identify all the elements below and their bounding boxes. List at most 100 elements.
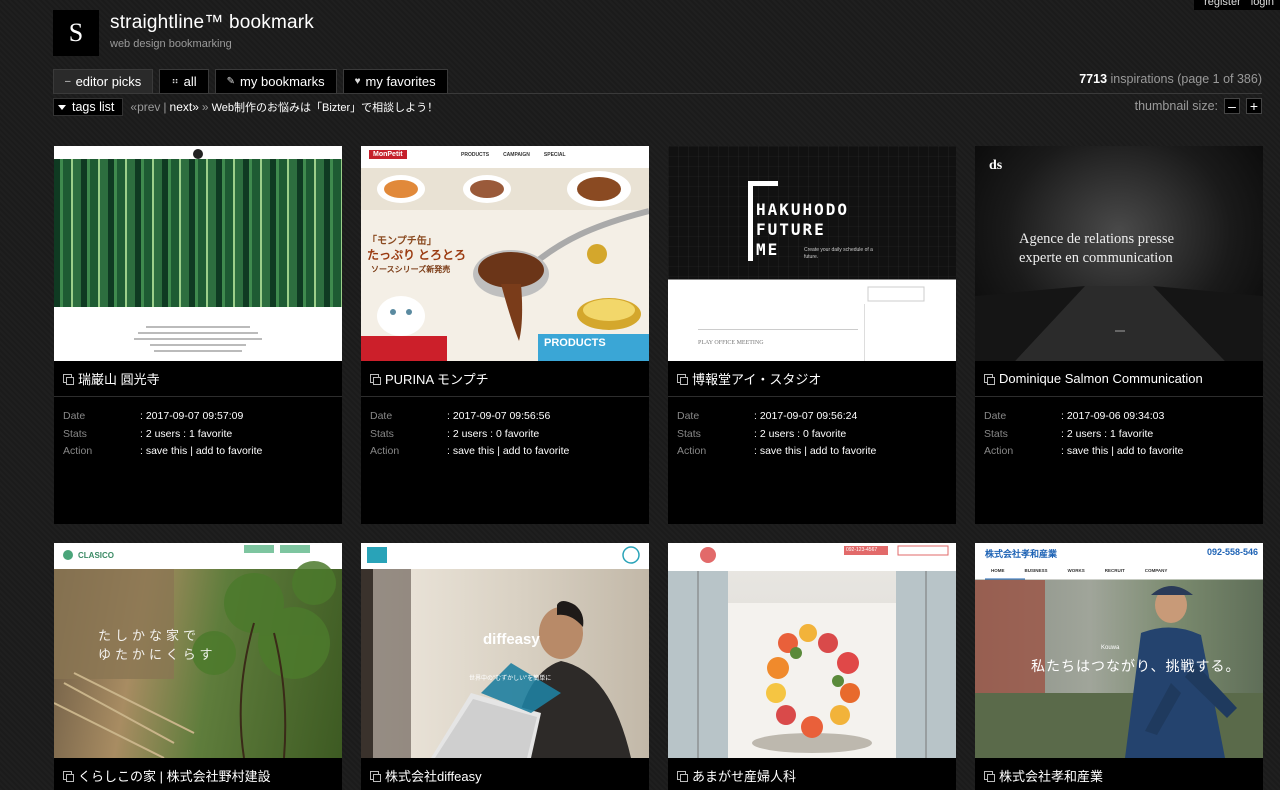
bookmark-card: 株式会社孝和産業 092-558-546 HOME BUSINESS WORKS… [975, 543, 1263, 790]
bookmark-icon [984, 771, 995, 782]
bookmark-icon [63, 771, 74, 782]
thumb-nav-item: BUSINESS [1024, 568, 1048, 573]
pagination: «prev | next» » Web制作のお悩みは「Bizter」で相談しよう… [130, 99, 438, 115]
card-meta: Date: 2017-09-07 09:57:09 Stats: 2 users… [54, 397, 342, 472]
stats-value: : 2 users : 0 favorite [754, 427, 847, 440]
card-meta: Date: 2017-09-06 09:34:03 Stats: 2 users… [975, 397, 1263, 472]
card-title[interactable]: くらしこの家 | 株式会社野村建設 [54, 758, 342, 790]
tags-list-button[interactable]: tags list [53, 98, 124, 116]
action-label: Action [370, 445, 400, 457]
card-title-text: 瑞巌山 圓光寺 [78, 372, 160, 387]
bookmark-icon [370, 771, 381, 782]
prev-link[interactable]: «prev [130, 100, 160, 114]
site-subtitle: web design bookmarking [110, 38, 232, 50]
bookmark-card: diffeasy 世界中の"むずかしい"を簡単に 株式会社diffeasy [361, 543, 649, 790]
card-title[interactable]: 博報堂アイ・スタジオ [668, 361, 956, 397]
tab-editor-picks[interactable]: – editor picks [53, 69, 154, 93]
card-title-text: あまがせ産婦人科 [692, 769, 797, 784]
card-title[interactable]: Dominique Salmon Communication [975, 361, 1263, 397]
save-this-link[interactable]: save this [453, 445, 494, 457]
bookmark-card: 092-123-4567 あまがせ産婦人科 [668, 543, 956, 790]
thumbnail-size-control: thumbnail size: – + [1135, 98, 1262, 114]
caret-down-icon [58, 104, 66, 110]
card-title[interactable]: 株式会社diffeasy [361, 758, 649, 790]
bookmark-icon [370, 374, 381, 385]
tab-label: my bookmarks [240, 74, 325, 89]
count-number: 7713 [1079, 72, 1108, 86]
thumb-subhead: PLAY OFFICE MEETING [698, 340, 764, 346]
thumbnail-link[interactable] [54, 146, 342, 361]
register-link[interactable]: register [1204, 0, 1241, 8]
bookmark-card: 瑞巌山 圓光寺 Date: 2017-09-07 09:57:09 Stats:… [54, 146, 342, 524]
thumb-logo: CLASICO [78, 551, 114, 560]
thumbnail-link[interactable]: CLASICO たしかな家で ゆたかにくらす [54, 543, 342, 758]
add-to-favorite-link[interactable]: add to favorite [810, 445, 877, 457]
add-to-favorite-link[interactable]: add to favorite [196, 445, 263, 457]
bookmark-card: HAKUHODO FUTURE ME Create your daily sch… [668, 146, 956, 524]
date-label: Date [984, 410, 1007, 422]
card-title[interactable]: 瑞巌山 圓光寺 [54, 361, 342, 397]
add-to-favorite-link[interactable]: add to favorite [503, 445, 570, 457]
card-title-text: 株式会社diffeasy [385, 769, 482, 784]
thumb-headline: FUTURE [756, 220, 826, 239]
site-logo[interactable]: S [53, 10, 99, 56]
date-label: Date [63, 410, 86, 422]
auth-links: register login [1194, 0, 1280, 10]
card-meta: Date: 2017-09-07 09:56:24 Stats: 2 users… [668, 397, 956, 472]
login-link[interactable]: login [1251, 0, 1274, 8]
bookmark-icon [63, 374, 74, 385]
bookmark-icon [677, 374, 688, 385]
thumbnail-smaller-button[interactable]: – [1224, 98, 1240, 114]
thumbnail-link[interactable]: ds Agence de relations presse experte en… [975, 146, 1263, 361]
date-value: : 2017-09-07 09:56:56 [447, 410, 551, 422]
site-title[interactable]: straightline™ bookmark [110, 12, 314, 34]
bamboo-thumbnail-art [134, 149, 262, 352]
card-title[interactable]: PURINA モンプチ [361, 361, 649, 397]
thumbnail-larger-button[interactable]: + [1246, 98, 1262, 114]
products-banner: PRODUCTS [538, 334, 649, 361]
thumbnail-link[interactable]: HAKUHODO FUTURE ME Create your daily sch… [668, 146, 956, 361]
thumbnail-link[interactable]: diffeasy 世界中の"むずかしい"を簡単に [361, 543, 649, 758]
next-link[interactable]: next» [170, 100, 199, 114]
tab-divider [53, 93, 1262, 94]
tab-label: all [183, 74, 197, 89]
thumb-nav-item: RECRUIT [1104, 568, 1125, 573]
date-value: : 2017-09-06 09:34:03 [1061, 410, 1165, 422]
count-text: inspirations (page 1 of 386) [1110, 72, 1262, 86]
bookmark-icon [677, 771, 688, 782]
sub-toolbar: tags list «prev | next» » Web制作のお悩みは「Biz… [53, 98, 438, 116]
tab-all[interactable]: ⠶ all [159, 69, 209, 93]
promo-arrow: » [201, 100, 209, 114]
thumb-headline: 私たちはつながり、挑戦する。 [1031, 660, 1241, 675]
thumbnail-link[interactable]: MonPetit PRODUCTS CAMPAIGN SPECIAL 「モンプチ… [361, 146, 649, 361]
promo-link[interactable]: Web制作のお悩みは「Bizter」で相談しよう！ [212, 99, 439, 115]
card-title-text: PURINA モンプチ [385, 372, 489, 387]
add-to-favorite-link[interactable]: add to favorite [1117, 445, 1184, 457]
thumbnail-link[interactable]: 株式会社孝和産業 092-558-546 HOME BUSINESS WORKS… [975, 543, 1263, 758]
thumb-nav-item: COMPANY [1144, 568, 1168, 573]
tab-my-bookmarks[interactable]: ✎ my bookmarks [214, 69, 337, 93]
thumb-tagline: Create your daily schedule of a future. [804, 247, 873, 260]
thumb-catch: 「モンプチ缶」 [367, 236, 437, 247]
card-title-text: Dominique Salmon Communication [999, 371, 1203, 386]
pencil-icon: ✎ [226, 76, 236, 87]
thumbnail-link[interactable]: 092-123-4567 [668, 543, 956, 758]
thumb-phone: 092-558-546 [1207, 547, 1259, 557]
bookmark-icon [984, 374, 995, 385]
save-this-link[interactable]: save this [146, 445, 187, 457]
action-label: Action [63, 445, 93, 457]
date-value: : 2017-09-07 09:57:09 [140, 410, 244, 422]
save-this-link[interactable]: save this [760, 445, 801, 457]
thumb-catch: 世界中の"むずかしい"を簡単に [469, 676, 552, 682]
action-label: Action [677, 445, 707, 457]
thumb-catch: たっぷり とろとろ [367, 248, 467, 262]
card-title[interactable]: 株式会社孝和産業 [975, 758, 1263, 790]
tab-my-favorites[interactable]: ♥ my favorites [342, 69, 448, 93]
bookmark-card: ds Agence de relations presse experte en… [975, 146, 1263, 524]
thumb-nav-item: WORKS [1067, 568, 1085, 573]
card-title-text: 株式会社孝和産業 [999, 769, 1104, 784]
card-title[interactable]: あまがせ産婦人科 [668, 758, 956, 790]
pagination-separator: | [163, 100, 167, 114]
save-this-link[interactable]: save this [1067, 445, 1108, 457]
thumb-headline: experte en communication [1019, 250, 1173, 266]
